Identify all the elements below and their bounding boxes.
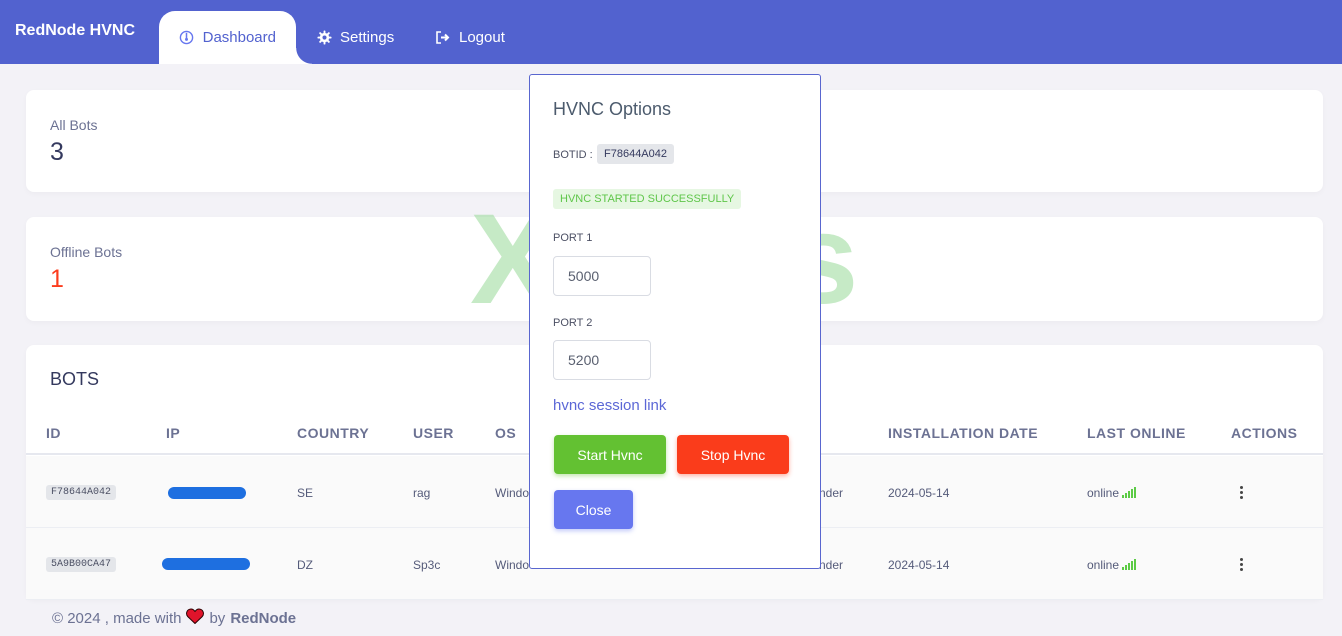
last-online-cell: online: [1087, 558, 1137, 572]
port2-input[interactable]: 5200: [553, 340, 651, 380]
antivirus-cell: nder: [819, 486, 844, 500]
navbar: RedNode HVNC Dashboard Settings Logout: [0, 0, 1342, 64]
port1-label: PORT 1: [553, 232, 593, 244]
col-header-actions[interactable]: ACTIONS: [1231, 425, 1298, 441]
row-actions-menu-icon[interactable]: [1240, 558, 1243, 571]
country-cell: DZ: [297, 558, 313, 572]
close-button[interactable]: Close: [554, 490, 633, 529]
tab-logout-label: Logout: [459, 29, 505, 46]
port2-label: PORT 2: [553, 317, 593, 329]
hvnc-session-link[interactable]: hvnc session link: [553, 397, 666, 414]
tab-logout[interactable]: Logout: [415, 11, 525, 64]
col-header-user[interactable]: USER: [413, 425, 454, 441]
col-header-installation-date[interactable]: INSTALLATION DATE: [888, 425, 1038, 441]
all-bots-value: 3: [50, 138, 64, 166]
col-header-id[interactable]: ID: [46, 425, 61, 441]
footer-by: by: [209, 609, 226, 627]
install-date-cell: 2024-05-14: [888, 558, 950, 572]
col-header-country[interactable]: COUNTRY: [297, 425, 369, 441]
user-cell: Sp3c: [413, 558, 441, 572]
hvnc-options-modal: HVNC Options BOTID : F78644A042 HVNC STA…: [529, 74, 821, 569]
brand-title: RedNode HVNC: [15, 22, 136, 39]
os-cell: Windo: [495, 486, 530, 500]
last-online-text: online: [1087, 486, 1120, 500]
signal-icon: [1122, 559, 1137, 570]
gear-icon: [316, 30, 332, 46]
status-success-badge: HVNC STARTED SUCCESSFULLY: [553, 189, 742, 209]
botid-label: BOTID :: [553, 149, 593, 161]
footer-text: © 2024 , made with: [52, 609, 182, 627]
tab-settings[interactable]: Settings: [296, 11, 414, 64]
os-cell: Windo: [495, 558, 530, 572]
start-hvnc-button[interactable]: Start Hvnc: [554, 435, 666, 474]
col-header-last-online[interactable]: LAST ONLINE: [1087, 425, 1186, 441]
last-online-cell: online: [1087, 486, 1137, 500]
offline-bots-value: 1: [50, 265, 64, 293]
country-cell: SE: [297, 486, 314, 500]
col-header-os[interactable]: OS: [495, 425, 516, 441]
row-actions-menu-icon[interactable]: [1240, 486, 1243, 499]
antivirus-cell: nder: [819, 558, 844, 572]
modal-title: HVNC Options: [553, 99, 672, 119]
bots-title: BOTS: [50, 369, 100, 389]
tab-settings-label: Settings: [340, 29, 395, 46]
install-date-cell: 2024-05-14: [888, 486, 950, 500]
botid-badge: F78644A042: [597, 144, 674, 164]
footer-author-link[interactable]: RedNode: [230, 610, 296, 627]
last-online-text: online: [1087, 558, 1120, 572]
heart-icon: [186, 608, 205, 628]
port1-input[interactable]: 5000: [553, 256, 651, 296]
gauge-icon: [179, 30, 195, 46]
bot-id-badge: F78644A042: [46, 485, 117, 500]
offline-bots-label: Offline Bots: [50, 244, 123, 260]
all-bots-label: All Bots: [50, 117, 98, 133]
ip-redacted: [168, 487, 246, 499]
sign-out-icon: [435, 30, 451, 46]
signal-icon: [1122, 487, 1137, 498]
footer: © 2024 , made with by RedNode: [52, 608, 296, 628]
col-header-ip[interactable]: IP: [166, 425, 180, 441]
tab-dashboard-label: Dashboard: [202, 29, 276, 46]
stop-hvnc-button[interactable]: Stop Hvnc: [677, 435, 789, 474]
ip-redacted: [162, 558, 250, 570]
user-cell: rag: [413, 486, 431, 500]
bot-id-badge: 5A9B00CA47: [46, 557, 117, 572]
tab-dashboard[interactable]: Dashboard: [159, 11, 312, 64]
